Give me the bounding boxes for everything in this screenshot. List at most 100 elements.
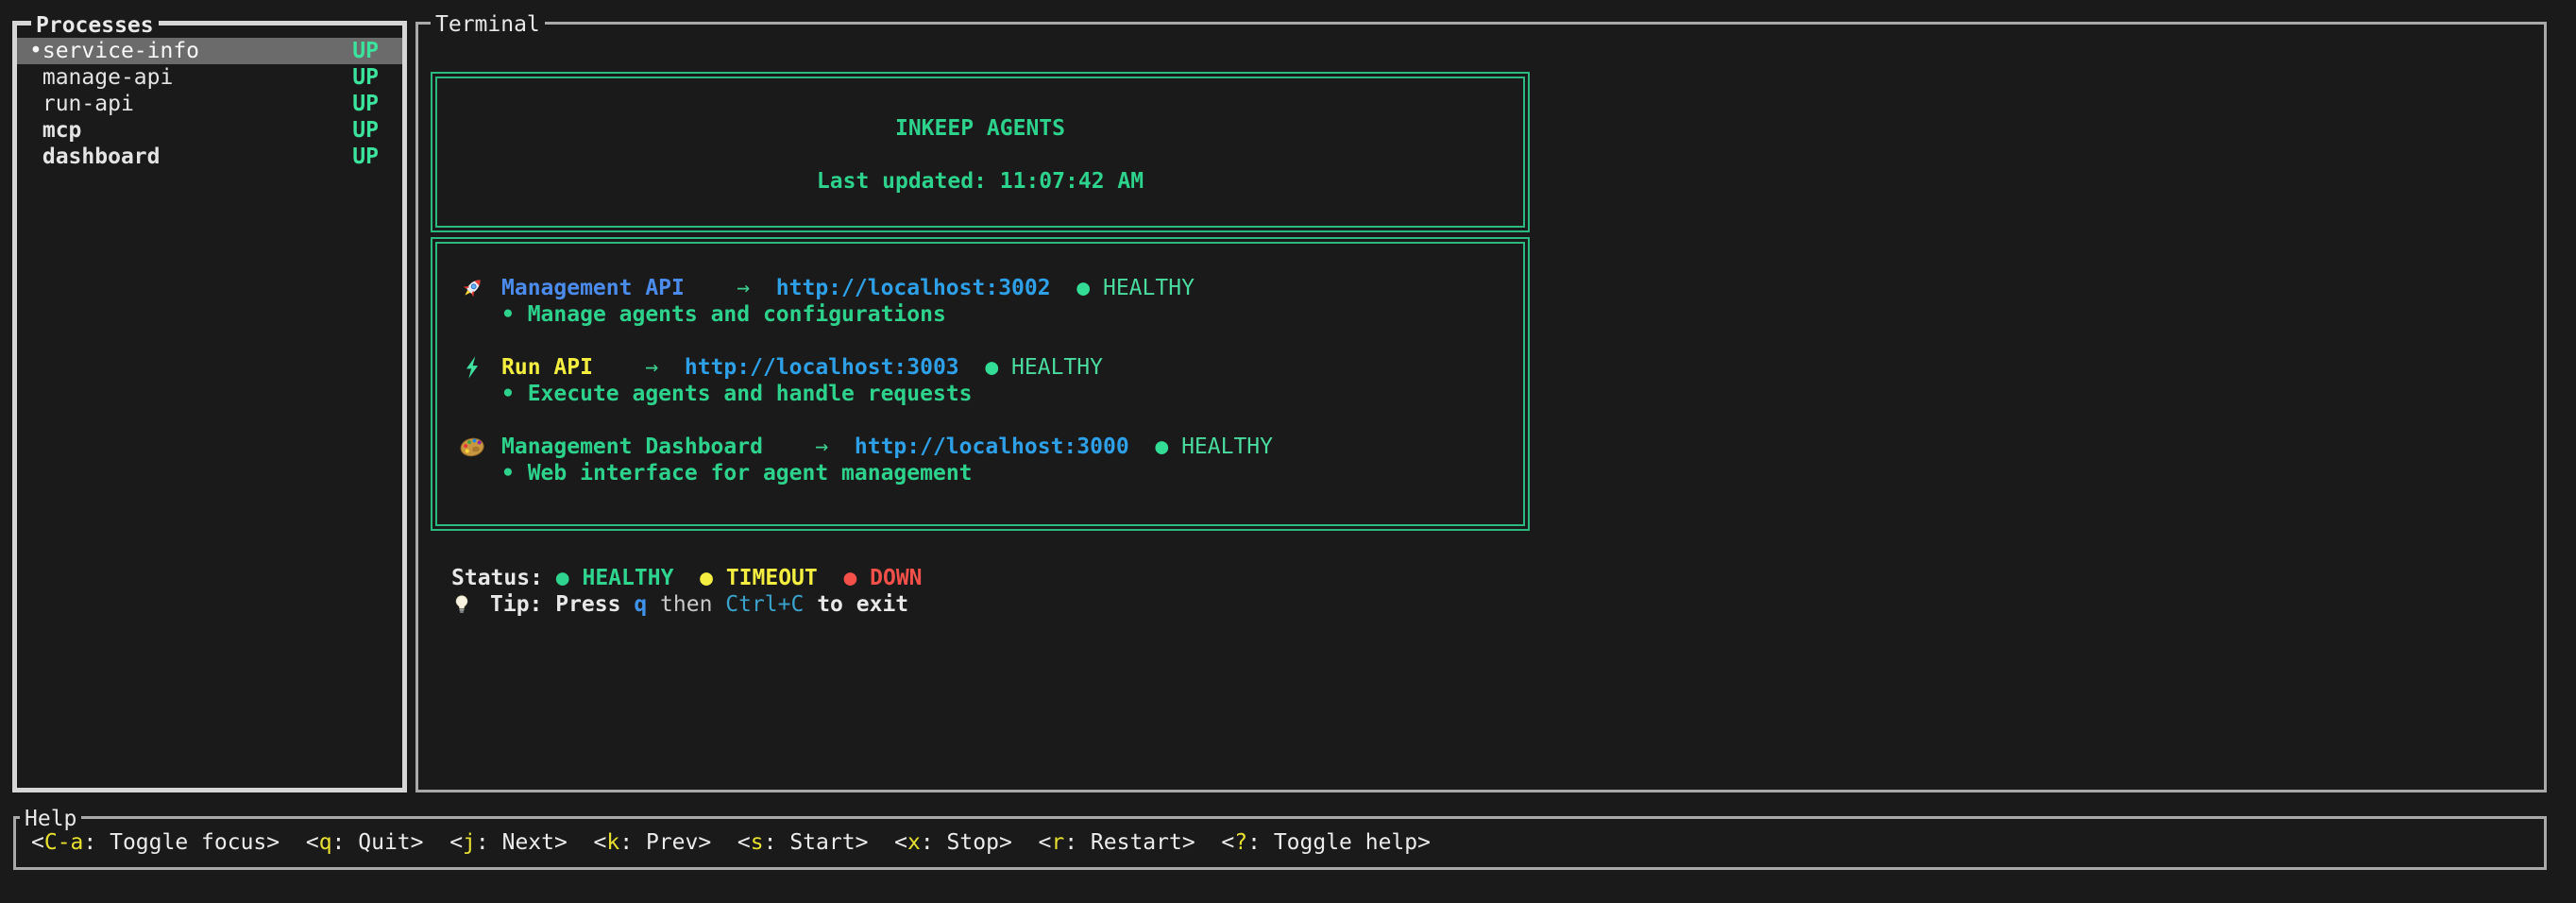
process-row[interactable]: dashboard UP [17,144,402,170]
legend-dot: ● [843,565,856,591]
process-row[interactable]: mcpUP [17,117,402,144]
status-legend-entry: ● HEALTHY [556,565,674,591]
shortcut-separator: : [83,829,110,856]
shortcut-key: x [907,829,921,856]
tip-suffix: to exit [817,591,908,618]
bracket-open: < [306,829,319,856]
service-description: Execute agents and handle requests [528,382,973,406]
shortcut-separator: : [619,829,646,856]
help-panel: Help <C-a: Toggle focus> <q: Quit> <j: N… [13,816,2547,870]
service-description: Manage agents and configurations [528,302,946,327]
terminal-panel-title: Terminal [431,12,545,37]
bullet-glyph: • [501,461,515,486]
service-description: Web interface for agent management [528,461,973,486]
header-box: INKEEP AGENTS Last updated: 11:07:42 AM [431,72,1530,232]
shortcut-separator: : [476,829,502,856]
service-entry: Management Dashboard → http://localhost:30… [458,434,1523,486]
service-entry: Management API→http://localhost:3002●HEA… [458,275,1523,328]
shortcut-key: r [1051,829,1064,856]
bracket-open: < [1221,829,1234,856]
shortcut-label: Prev [646,829,698,856]
service-url: http://localhost:3003 [685,354,959,381]
bracket-close: > [266,829,280,856]
help-shortcut: <C-a: Toggle focus> [31,829,280,856]
help-shortcut: <k: Prev> [594,829,712,856]
help-shortcut: <?: Toggle help> [1221,829,1431,856]
help-shortcut: <q: Quit> [306,829,424,856]
service-name: Run API [501,354,593,381]
service-status: HEALTHY [1181,434,1273,460]
service-name: Management Dashboard [501,434,763,460]
status-legend-label: Status: [451,565,543,591]
shortcut-label: Start [789,829,855,856]
services-box: Management API → http://localhost:3002 ● HEA… [431,237,1530,531]
shortcut-separator: : [1064,829,1091,856]
health-dot: ● [1076,275,1090,301]
status-legend: Status: ● HEALTHY ● TIMEOUT ● DOWN [451,565,2544,591]
help-shortcut: <s: Start> [737,829,869,856]
arrow-glyph: → [815,434,828,460]
bracket-close: > [1417,829,1431,856]
process-row[interactable]: manage-api UP [17,64,402,91]
legend-label: TIMEOUT [726,565,818,591]
service-entry: Run API → http://localhost:3003 ● HEALTHY • Ex… [458,354,1523,407]
shortcut-label: Toggle help [1274,829,1417,856]
shortcut-separator: : [764,829,790,856]
process-status: UP [352,91,379,117]
legend-label: HEALTHY [582,565,673,591]
inkeep-agents-title: INKEEP AGENTS [437,115,1523,142]
bracket-open: < [449,829,463,856]
help-shortcut-list: <C-a: Toggle focus> <q: Quit> <j: Next> … [16,819,2544,856]
legend-dot: ● [556,565,569,591]
last-updated-text: Last updated: 11:07:42 AM [437,168,1523,195]
selected-marker [29,145,42,169]
shortcut-separator: : [332,829,359,856]
rocket-icon [458,274,486,302]
bracket-close: > [554,829,568,856]
shortcut-label: Restart [1091,829,1182,856]
service-status: HEALTHY [1011,354,1103,381]
bracket-close: > [411,829,424,856]
process-status: UP [352,117,379,144]
health-dot: ● [1155,434,1168,460]
tip-prefix: Tip: Press [490,591,620,618]
tip-key-q: q [634,591,647,618]
process-name: run-api [42,92,134,116]
process-status: UP [352,144,379,170]
lightning-icon [458,353,486,382]
service-name: Management API [501,275,685,301]
selected-marker [29,65,42,90]
service-list: Management API → http://localhost:3002 ● HEA… [458,275,1523,486]
service-url: http://localhost:3000 [855,434,1129,460]
shortcut-label: Quit [358,829,410,856]
legend-label: DOWN [870,565,922,591]
process-status: UP [352,64,379,91]
bullet-glyph: • [501,382,515,406]
shortcut-key: j [463,829,476,856]
bracket-open: < [31,829,44,856]
shortcut-label: Toggle focus [110,829,266,856]
shortcut-key: ? [1234,829,1247,856]
help-shortcut: <j: Next> [449,829,568,856]
palette-icon [458,433,486,461]
arrow-glyph: → [737,275,750,301]
shortcut-key: s [751,829,764,856]
selected-marker [29,92,42,116]
help-shortcut: <x: Stop> [894,829,1012,856]
process-row[interactable]: •service-infoUP [17,38,402,64]
shortcut-label: Stop [947,829,999,856]
status-legend-entry: ● DOWN [843,565,922,591]
bracket-close: > [999,829,1012,856]
process-name: dashboard [42,145,161,169]
arrow-glyph: → [645,354,658,381]
service-url: http://localhost:3002 [776,275,1051,301]
health-dot: ● [985,354,998,381]
process-name: service-info [42,39,199,63]
bullet-glyph: • [501,302,515,327]
process-row[interactable]: run-api UP [17,91,402,117]
bracket-open: < [594,829,607,856]
process-name: manage-api [42,65,173,90]
legend-dot: ● [700,565,713,591]
tip-key-ctrl-c: Ctrl+C [725,591,804,618]
processes-panel: Processes •service-infoUP manage-apiUP r… [12,21,407,792]
